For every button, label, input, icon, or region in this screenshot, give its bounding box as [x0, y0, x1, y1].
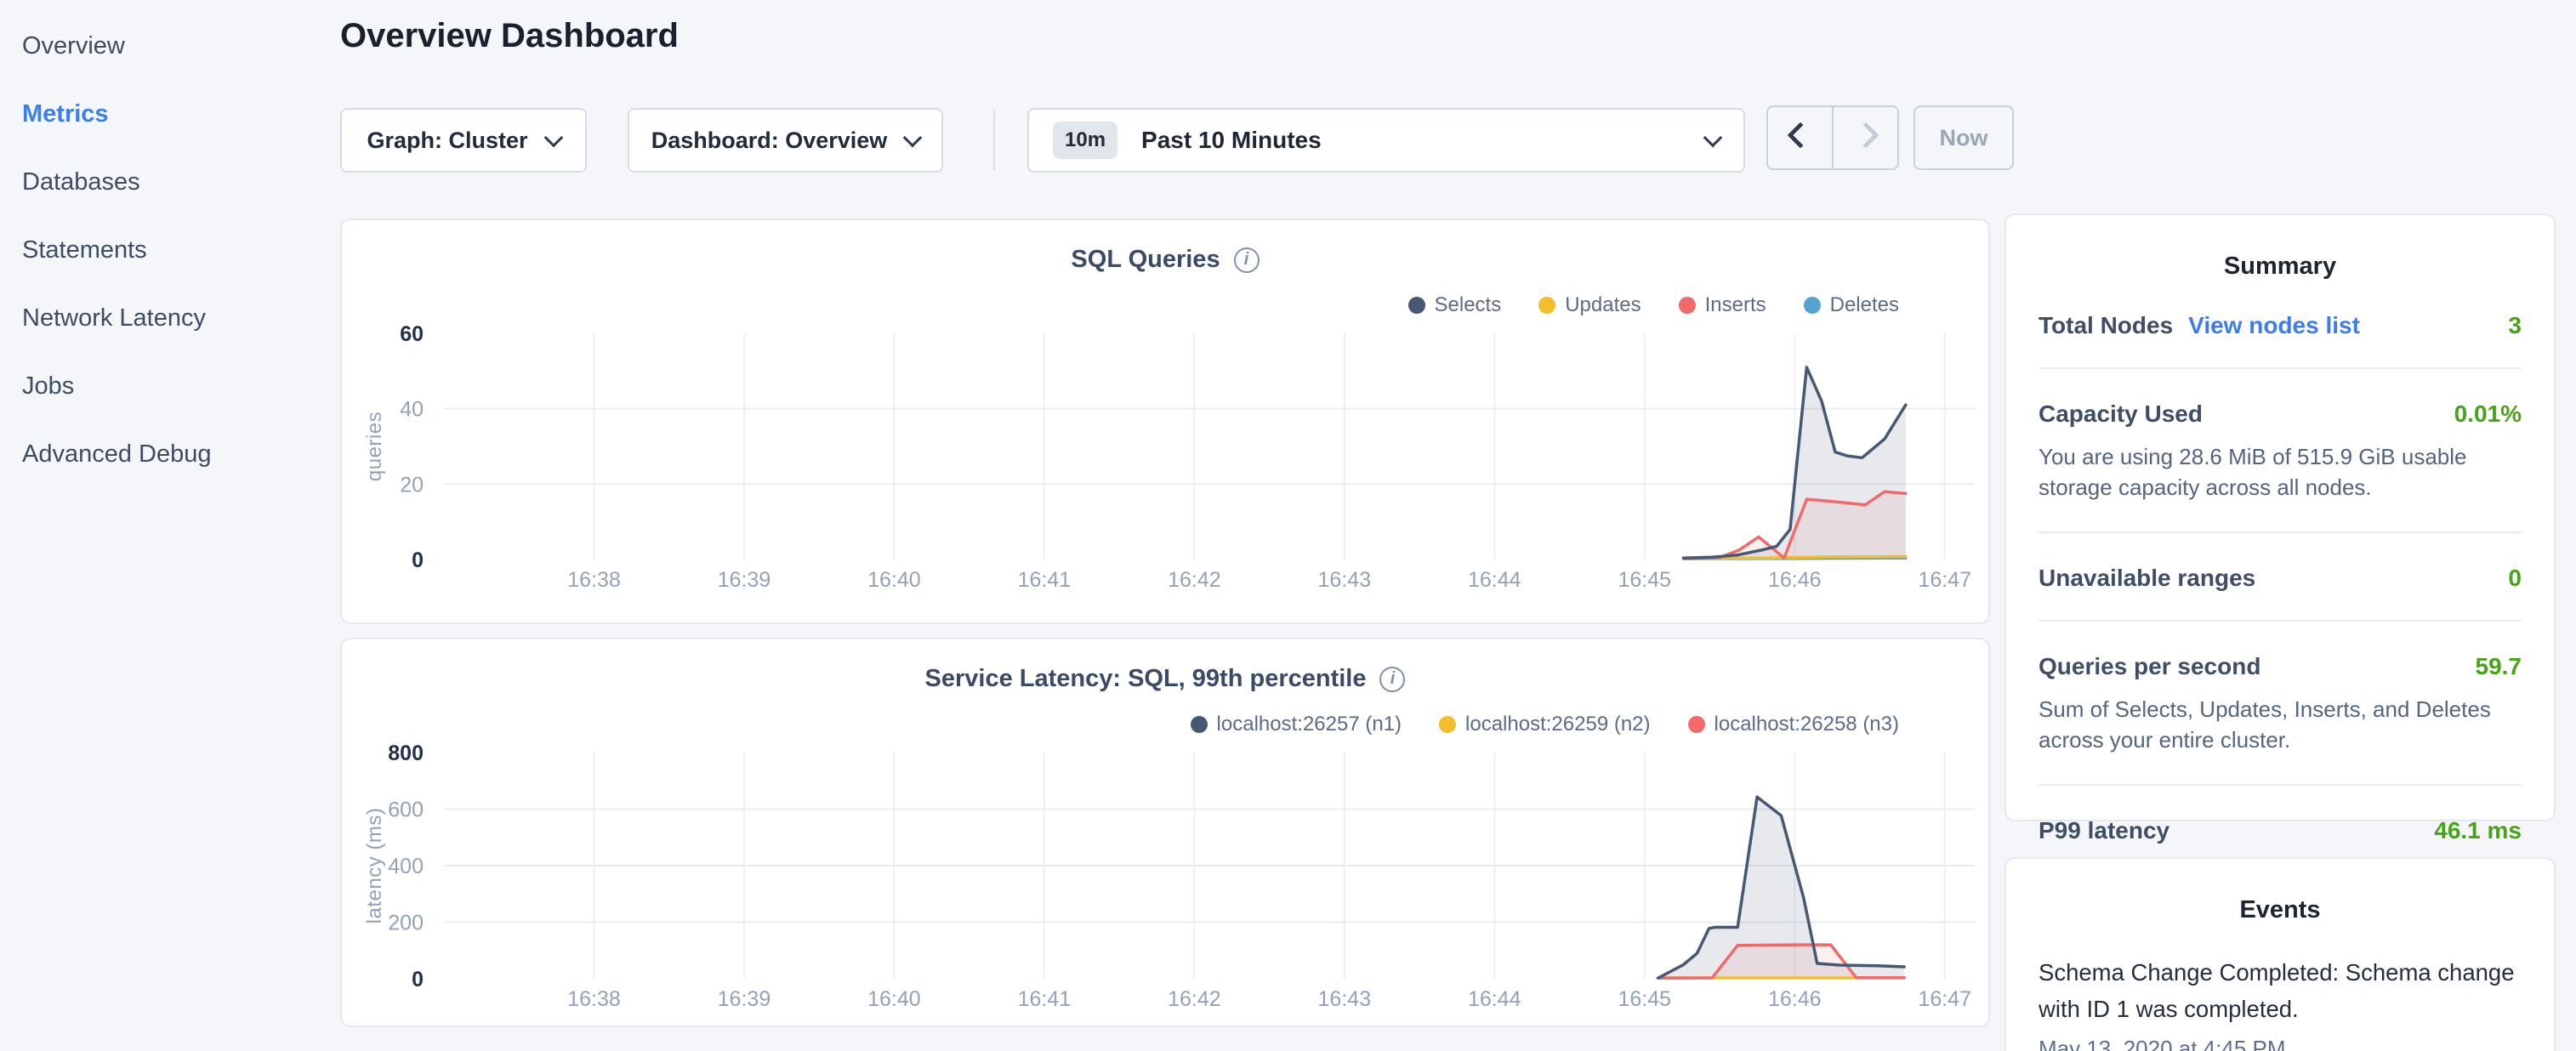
unavailable-ranges-label: Unavailable ranges [2039, 565, 2255, 592]
queries-per-second-label: Queries per second [2039, 653, 2260, 680]
svg-text:16:39: 16:39 [718, 987, 771, 1011]
sql-queries-chart-card: SQL Queries i SelectsUpdatesInsertsDelet… [340, 219, 1990, 624]
svg-text:16:43: 16:43 [1318, 568, 1372, 592]
chevron-left-icon [1787, 122, 1813, 148]
svg-text:60: 60 [400, 322, 424, 346]
sql-queries-chart: 0 20 40 60 16:38 16:39 16:40 16:41 16:42 16:43 16:… [342, 220, 1992, 626]
next-time-button[interactable] [1832, 107, 1897, 168]
svg-text:16:46: 16:46 [1768, 987, 1822, 1011]
capacity-used-label: Capacity Used [2039, 401, 2203, 428]
time-range-selector[interactable]: 10m Past 10 Minutes [1027, 108, 1745, 173]
total-nodes-value: 3 [2508, 312, 2522, 339]
svg-text:16:45: 16:45 [1618, 568, 1671, 592]
sidebar-item-network-latency[interactable]: Network Latency [0, 284, 323, 352]
chevron-right-icon [1852, 122, 1879, 148]
chevron-down-icon [903, 128, 923, 148]
svg-text:16:47: 16:47 [1918, 568, 1971, 592]
prev-time-button[interactable] [1768, 107, 1832, 168]
svg-text:16:42: 16:42 [1168, 568, 1221, 592]
svg-text:0: 0 [412, 548, 424, 572]
unavailable-ranges-row: Unavailable ranges 0 [2039, 533, 2522, 622]
svg-text:16:38: 16:38 [567, 568, 621, 592]
svg-text:16:39: 16:39 [718, 568, 771, 592]
dashboard-dropdown-label: Dashboard: Overview [651, 128, 888, 154]
svg-text:800: 800 [388, 741, 424, 765]
svg-text:16:38: 16:38 [567, 987, 621, 1011]
svg-text:16:40: 16:40 [867, 568, 921, 592]
svg-text:16:40: 16:40 [867, 987, 921, 1011]
svg-text:16:45: 16:45 [1618, 987, 1671, 1011]
chevron-down-icon [543, 128, 563, 148]
svg-text:16:42: 16:42 [1168, 987, 1221, 1011]
events-title: Events [2006, 859, 2554, 924]
sidebar-item-metrics[interactable]: Metrics [0, 80, 323, 148]
event-item-text[interactable]: Schema Change Completed: Schema change w… [2039, 955, 2522, 1027]
svg-text:16:41: 16:41 [1018, 568, 1072, 592]
svg-text:latency (ms): latency (ms) [363, 808, 386, 924]
svg-text:16:46: 16:46 [1768, 568, 1822, 592]
chevron-down-icon [1703, 128, 1723, 148]
overview-dashboard-page: Overview Metrics Databases Statements Ne… [0, 0, 2576, 1051]
sidebar-item-statements[interactable]: Statements [0, 216, 323, 284]
svg-text:200: 200 [388, 912, 424, 935]
svg-text:400: 400 [388, 855, 424, 878]
graph-dropdown[interactable]: Graph: Cluster [340, 108, 587, 173]
sidebar-item-databases[interactable]: Databases [0, 148, 323, 216]
svg-text:0: 0 [412, 968, 424, 991]
svg-text:20: 20 [400, 473, 424, 497]
event-item-timestamp: May 13, 2020 at 4:45 PM [2039, 1036, 2522, 1051]
queries-per-second-row: Queries per second 59.7 Sum of Selects, … [2039, 622, 2522, 786]
svg-text:40: 40 [400, 398, 424, 422]
service-latency-chart: 0 200 400 600 800 16:38 16:39 16:40 16:41 16:42 16… [342, 639, 1992, 1029]
sidebar: Overview Metrics Databases Statements Ne… [0, 0, 323, 488]
time-range-badge: 10m [1053, 122, 1117, 159]
p99-latency-label: P99 latency [2039, 817, 2169, 844]
service-latency-chart-card: Service Latency: SQL, 99th percentile i … [340, 638, 1990, 1027]
page-title: Overview Dashboard [340, 17, 679, 55]
summary-panel: Summary Total Nodes View nodes list 3 Ca… [2005, 213, 2556, 821]
dashboard-dropdown[interactable]: Dashboard: Overview [628, 108, 943, 173]
sidebar-item-advanced-debug[interactable]: Advanced Debug [0, 420, 323, 488]
queries-per-second-description: Sum of Selects, Updates, Inserts, and De… [2039, 694, 2522, 756]
sidebar-item-overview[interactable]: Overview [0, 12, 323, 80]
svg-text:16:44: 16:44 [1468, 568, 1521, 592]
capacity-used-description: You are using 28.6 MiB of 515.9 GiB usab… [2039, 441, 2522, 503]
svg-text:queries: queries [363, 412, 386, 481]
time-step-buttons [1766, 105, 1899, 170]
graph-dropdown-label: Graph: Cluster [367, 128, 527, 154]
now-button[interactable]: Now [1914, 105, 2014, 170]
queries-per-second-value: 59.7 [2476, 653, 2522, 680]
svg-text:16:47: 16:47 [1918, 987, 1971, 1011]
total-nodes-row: Total Nodes View nodes list 3 [2039, 281, 2522, 369]
view-nodes-list-link[interactable]: View nodes list [2188, 312, 2360, 339]
toolbar-divider [993, 111, 995, 170]
now-button-label: Now [1940, 125, 1988, 151]
sidebar-item-jobs[interactable]: Jobs [0, 352, 323, 420]
capacity-used-row: Capacity Used 0.01% You are using 28.6 M… [2039, 369, 2522, 533]
svg-text:16:41: 16:41 [1018, 987, 1072, 1011]
capacity-used-value: 0.01% [2454, 401, 2522, 428]
p99-latency-value: 46.1 ms [2434, 817, 2522, 844]
svg-text:16:43: 16:43 [1318, 987, 1372, 1011]
total-nodes-label: Total Nodes [2039, 312, 2173, 339]
time-range-label: Past 10 Minutes [1141, 127, 1322, 154]
svg-text:600: 600 [388, 798, 424, 822]
summary-title: Summary [2006, 215, 2554, 281]
events-panel: Events Schema Change Completed: Schema c… [2005, 857, 2556, 1051]
unavailable-ranges-value: 0 [2508, 565, 2522, 592]
svg-text:16:44: 16:44 [1468, 987, 1521, 1011]
